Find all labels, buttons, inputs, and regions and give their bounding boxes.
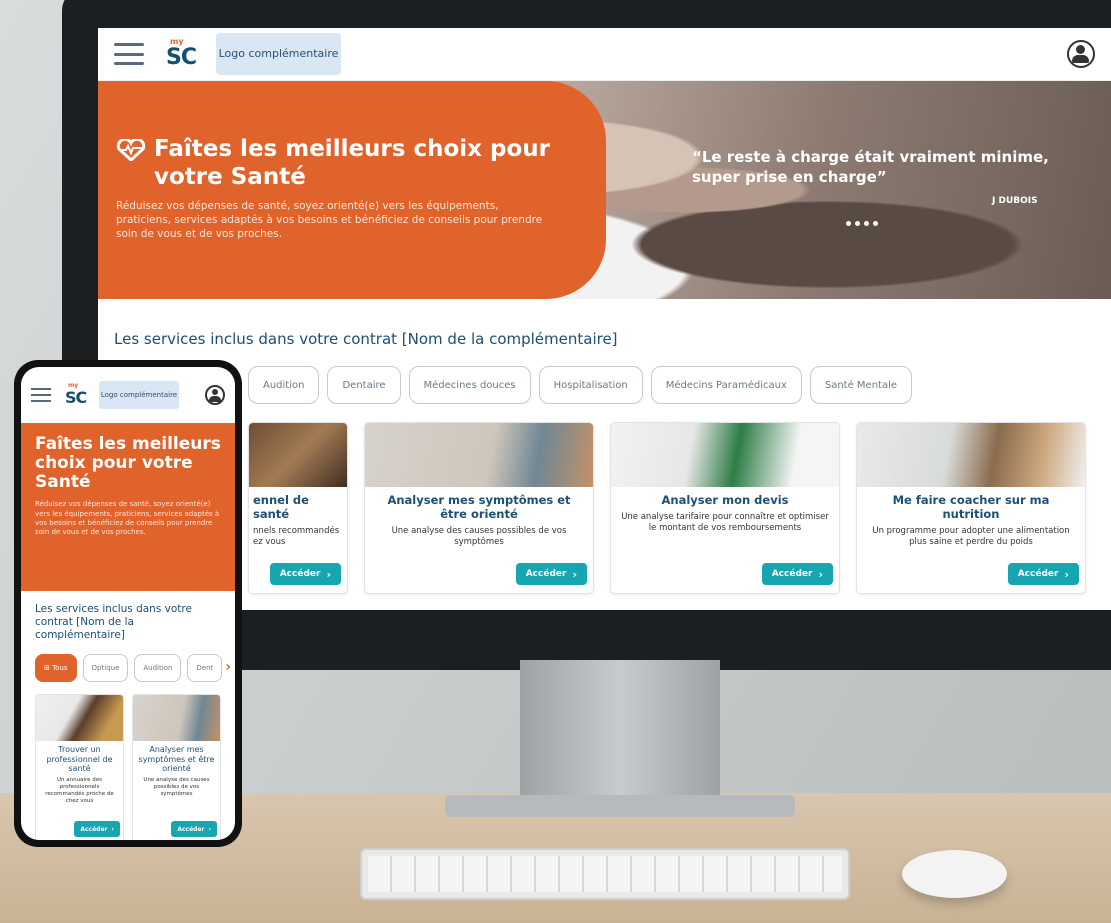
chevron-right-icon: ›: [111, 825, 114, 833]
service-cards: ennel de santé nnels recommandés ez vous…: [248, 422, 1086, 594]
phone-hero-title: Faîtes les meilleurs choix pour votre Sa…: [35, 434, 221, 493]
chevron-right-icon: ›: [208, 825, 211, 833]
card-image: [249, 423, 347, 487]
access-label: Accéder: [177, 825, 205, 833]
access-label: Accéder: [80, 825, 108, 833]
heart-pulse-icon: [116, 139, 146, 161]
complementary-logo: Logo complémentaire: [99, 381, 179, 409]
access-button[interactable]: Accéder ›: [171, 821, 217, 838]
card-title: ennel de santé: [253, 493, 309, 521]
service-card-nutrition[interactable]: Me faire coacher sur ma nutrition Un pro…: [856, 422, 1086, 594]
access-label: Accéder: [1017, 569, 1059, 579]
chevron-right-icon: ›: [818, 567, 823, 581]
card-desc: Une analyse tarifaire pour connaître et …: [621, 511, 829, 533]
phone-screen: my SC Logo complémentaire Faîtes les mei…: [21, 367, 235, 840]
top-bar: my SC Logo complémentaire: [98, 28, 1111, 81]
service-card-symptomes[interactable]: Analyser mes symptômes et être orienté U…: [364, 422, 594, 594]
filter-dentaire[interactable]: Dentaire: [327, 366, 401, 404]
testimonial-author: J DUBOIS: [992, 196, 1038, 206]
menu-icon[interactable]: [31, 388, 51, 402]
hero-title-text: Faîtes les meilleurs choix pour votre Sa…: [154, 136, 550, 190]
filter-tous[interactable]: ⊞ Tous: [35, 654, 77, 683]
phone-service-cards: Trouver un professionnel de santé Un ann…: [21, 682, 235, 840]
phone-hero-text: Réduisez vos dépenses de santé, soyez or…: [35, 500, 220, 537]
filter-hospitalisation[interactable]: Hospitalisation: [538, 366, 643, 404]
access-button[interactable]: Accéder ›: [74, 821, 120, 838]
card-desc: Un annuaire des professionnels recommand…: [45, 776, 114, 805]
card-image: [133, 695, 220, 742]
menu-icon[interactable]: [114, 43, 144, 65]
card-title: Analyser mes symptômes et être orienté: [387, 493, 571, 521]
filter-dentaire[interactable]: Dent: [187, 654, 223, 683]
card-image: [36, 695, 123, 742]
filter-medecins-paramedicaux[interactable]: Médecins Paramédicaux: [650, 366, 802, 404]
access-button[interactable]: Accéder ›: [761, 563, 833, 585]
chevron-right-icon: ›: [326, 567, 331, 581]
filter-audition[interactable]: Audition: [248, 366, 320, 404]
card-image: [365, 423, 593, 487]
filter-sante-mentale[interactable]: Santé Mentale: [809, 366, 913, 404]
phone-card-symptomes[interactable]: Analyser mes symptômes et être orienté U…: [132, 694, 221, 840]
complementary-logo: Logo complémentaire: [216, 33, 341, 75]
card-desc: Une analyse des causes possibles de vos …: [143, 776, 210, 798]
phone-frame: my SC Logo complémentaire Faîtes les mei…: [14, 360, 242, 847]
phone-top-bar: my SC Logo complémentaire: [21, 367, 235, 423]
access-label: Accéder: [771, 569, 813, 579]
desktop-screen: my SC Logo complémentaire Faîtes les mei…: [98, 28, 1111, 610]
access-label: Accéder: [525, 569, 567, 579]
filter-optique[interactable]: Optique: [82, 654, 129, 683]
access-button[interactable]: Accéder ›: [269, 563, 341, 585]
filter-medecines-douces[interactable]: Médecines douces: [408, 366, 531, 404]
filter-audition[interactable]: Audition: [134, 654, 182, 683]
service-card-professionnel[interactable]: ennel de santé nnels recommandés ez vous…: [248, 422, 348, 594]
testimonial-quote: “Le reste à charge était vraiment minime…: [692, 148, 1049, 187]
account-icon[interactable]: [205, 385, 225, 405]
service-card-devis[interactable]: Analyser mon devis Une analyse tarifaire…: [610, 422, 840, 594]
monitor-stand: [520, 660, 720, 800]
mouse: [902, 850, 1007, 898]
phone-hero: Faîtes les meilleurs choix pour votre Sa…: [21, 423, 235, 591]
card-desc: nnels recommandés ez vous: [253, 525, 340, 547]
chevron-right-icon: ›: [1064, 567, 1069, 581]
carousel-dots[interactable]: [846, 221, 878, 226]
logo-sc: SC: [166, 45, 197, 70]
chevron-right-icon: ›: [572, 567, 577, 581]
card-title: Analyser mes symptômes et être orienté: [138, 745, 215, 773]
mysc-logo[interactable]: my SC: [65, 382, 91, 407]
keyboard: [360, 848, 850, 900]
card-image: [611, 423, 839, 487]
phone-card-professionnel[interactable]: Trouver un professionnel de santé Un ann…: [35, 694, 124, 840]
hero-banner: Faîtes les meilleurs choix pour votre Sa…: [98, 81, 1111, 299]
card-image: [857, 423, 1085, 487]
phone-services-title: Les services inclus dans votre contrat […: [35, 603, 192, 642]
access-label: Accéder: [279, 569, 321, 579]
card-desc: Une analyse des causes possibles de vos …: [391, 525, 567, 547]
access-button[interactable]: Accéder ›: [1007, 563, 1079, 585]
chevron-right-icon[interactable]: ›: [225, 659, 231, 675]
card-title: Analyser mon devis: [661, 493, 789, 507]
category-filters: Audition Dentaire Médecines douces Hospi…: [248, 366, 913, 404]
mysc-logo[interactable]: my SC: [166, 37, 202, 71]
account-icon[interactable]: [1067, 40, 1095, 68]
filter-label: Tous: [52, 664, 68, 673]
hero-title: Faîtes les meilleurs choix pour votre Sa…: [116, 136, 586, 191]
card-title: Me faire coacher sur ma nutrition: [892, 493, 1050, 521]
grid-icon: ⊞: [44, 664, 53, 673]
card-title: Trouver un professionnel de santé: [46, 745, 113, 773]
phone-category-filters: ⊞ Tous Optique Audition Dent ›: [21, 642, 235, 683]
services-title: Les services inclus dans votre contrat […: [114, 330, 618, 348]
monitor-base: [445, 795, 795, 817]
access-button[interactable]: Accéder ›: [515, 563, 587, 585]
logo-sc: SC: [65, 388, 87, 407]
hero-text: Réduisez vos dépenses de santé, soyez or…: [116, 200, 543, 241]
card-desc: Un programme pour adopter une alimentati…: [872, 525, 1070, 547]
